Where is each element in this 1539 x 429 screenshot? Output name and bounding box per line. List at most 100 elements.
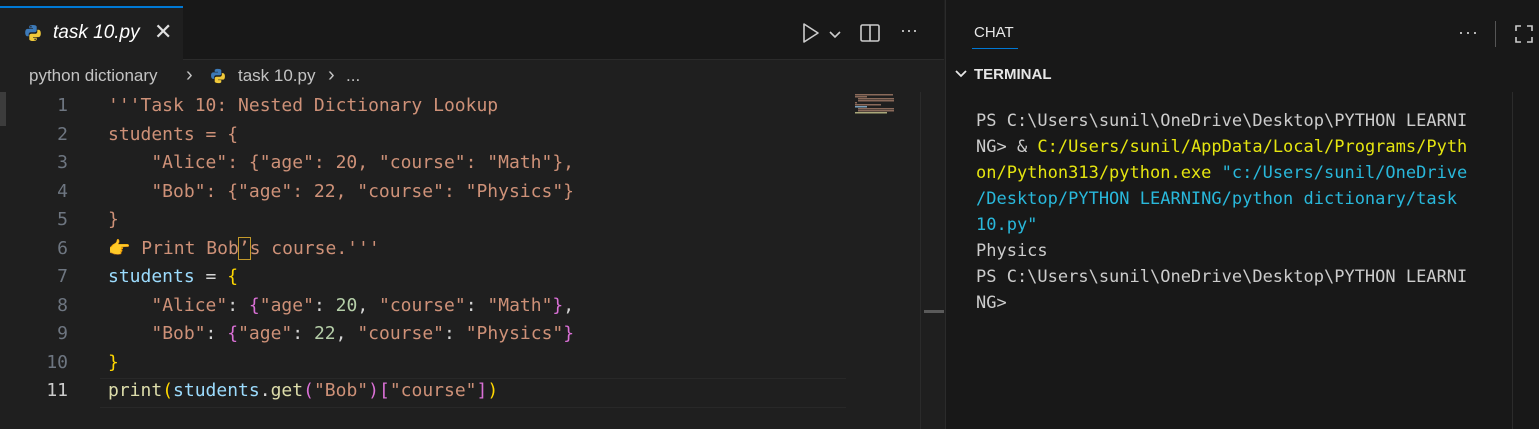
terminal-output[interactable]: PS C:\Users\sunil\OneDrive\Desktop\PYTHO… <box>976 108 1506 316</box>
breadcrumb: python dictionary › task 10.py › ... <box>0 60 944 92</box>
side-panel: CHAT ··· TERMINAL PS C:\Users\sunil\OneD… <box>945 0 1539 429</box>
terminal-text: /Desktop/PYTHON LEARNING/python dictiona… <box>976 189 1458 209</box>
code-text: students = { <box>108 121 238 149</box>
breadcrumb-folder[interactable]: python dictionary <box>29 66 158 86</box>
line-number: 7 <box>57 266 68 287</box>
line-number: 10 <box>46 351 68 373</box>
code-token: "Bob" <box>313 380 369 401</box>
breadcrumb-ellipsis[interactable]: ... <box>346 66 360 86</box>
terminal-line: 10.py" <box>976 212 1506 238</box>
terminal-line: NG> & C:/Users/sunil/AppData/Local/Progr… <box>976 134 1506 160</box>
scroll-position-marker <box>924 310 944 313</box>
code-token: } <box>552 294 564 316</box>
line-number: 3 <box>57 152 68 173</box>
terminal-title: TERMINAL <box>974 66 1052 83</box>
code-text: "Bob": {"age": 22, "course": "Physics"} <box>108 178 574 206</box>
code-token: [ <box>378 380 390 401</box>
code-line[interactable]: 5} <box>0 206 900 234</box>
editor-scrollbar[interactable] <box>920 92 944 429</box>
more-actions-icon[interactable]: ··· <box>900 20 918 41</box>
code-token: } <box>108 351 119 373</box>
editor-tab-bar: task 10.py ✕ ··· <box>0 0 944 60</box>
terminal-line: PS C:\Users\sunil\OneDrive\Desktop\PYTHO… <box>976 264 1506 290</box>
line-number: 6 <box>57 237 68 259</box>
code-text: '''Task 10: Nested Dictionary Lookup <box>108 92 498 120</box>
line-number: 9 <box>57 323 68 344</box>
chevron-down-icon <box>954 66 968 83</box>
code-token: : <box>444 323 466 344</box>
code-text: "Alice": {"age": 20, "course": "Math"}, <box>108 292 574 320</box>
code-line[interactable]: 3 "Alice": {"age": 20, "course": "Math"}… <box>0 149 900 177</box>
code-line[interactable]: 9 "Bob": {"age": 22, "course": "Physics"… <box>0 320 900 348</box>
code-token: "Alice": {"age": 20, "course": "Math"}, <box>108 152 574 173</box>
line-number: 8 <box>57 294 68 316</box>
code-line[interactable]: 1 '''Task 10: Nested Dictionary Lookup <box>0 92 900 120</box>
code-text: 👉 Print Bob’s course.''' <box>108 235 380 263</box>
terminal-line: /Desktop/PYTHON LEARNING/python dictiona… <box>976 186 1506 212</box>
code-token: "Bob": {"age": 22, "course": "Physics"} <box>108 180 574 202</box>
code-token: "Alice" <box>151 294 228 316</box>
code-token: : <box>227 294 249 316</box>
code-token: ’ <box>237 236 251 260</box>
maximize-icon[interactable] <box>1514 24 1534 49</box>
code-line[interactable]: 2 students = { <box>0 121 900 149</box>
code-line[interactable]: 8 "Alice": {"age": 20, "course": "Math"}… <box>0 292 900 320</box>
terminal-line: PS C:\Users\sunil\OneDrive\Desktop\PYTHO… <box>976 108 1506 134</box>
terminal-scrollbar[interactable] <box>1512 92 1513 429</box>
line-number: 4 <box>57 180 68 202</box>
code-line[interactable]: 4 "Bob": {"age": 22, "course": "Physics"… <box>0 178 900 206</box>
code-line[interactable]: 10} <box>0 349 900 377</box>
code-token: "course" <box>379 294 466 316</box>
minimap[interactable] <box>855 94 900 114</box>
code-token: ) <box>487 380 499 401</box>
code-token: students <box>173 380 260 401</box>
terminal-section-header[interactable]: TERMINAL <box>954 66 1052 83</box>
line-number: 1 <box>57 95 68 116</box>
code-token: , <box>357 294 379 316</box>
editor-tab-task10[interactable]: task 10.py ✕ <box>0 6 183 60</box>
run-icon[interactable] <box>801 22 821 49</box>
code-text: } <box>108 349 119 377</box>
code-token: 👉 Print Bob <box>108 237 239 259</box>
toolbar-divider <box>1495 21 1496 47</box>
code-token: : <box>465 294 488 316</box>
code-text: print(students.get("Bob")["course"]) <box>108 377 498 405</box>
code-line[interactable]: 6 👉 Print Bob’s course.''' <box>0 235 900 263</box>
code-token: . <box>259 380 271 401</box>
split-editor-icon[interactable] <box>859 22 881 49</box>
terminal-text: 10.py" <box>976 215 1038 235</box>
code-line[interactable]: 7 students = { <box>0 263 900 291</box>
tab-chat[interactable]: CHAT <box>974 24 1014 41</box>
code-token: 22 <box>313 323 336 344</box>
code-token: ( <box>303 380 314 401</box>
tab-filename: task 10.py <box>53 22 140 43</box>
code-token: : <box>292 323 314 344</box>
code-text: } <box>108 206 119 234</box>
code-token: , <box>335 323 358 344</box>
breadcrumb-file[interactable]: task 10.py <box>238 66 316 86</box>
terminal-text: NG> & <box>976 137 1038 157</box>
python-file-icon <box>210 68 226 89</box>
code-token: = <box>194 266 228 287</box>
line-number: 5 <box>57 209 68 230</box>
terminal-line: Physics <box>976 238 1506 264</box>
line-number: 2 <box>57 123 68 145</box>
code-line[interactable]: 11 print(students.get("Bob")["course"]) <box>0 377 900 405</box>
terminal-text: on/Python313/python.exe <box>976 163 1222 183</box>
code-text: "Alice": {"age": 20, "course": "Math"}, <box>108 149 574 177</box>
terminal-text: NG> <box>976 293 1007 313</box>
close-icon[interactable]: ✕ <box>154 21 172 43</box>
code-token: { <box>248 294 260 316</box>
code-token: ) <box>368 380 379 401</box>
terminal-text: PS C:\Users\sunil\OneDrive\Desktop\PYTHO… <box>976 267 1468 287</box>
terminal-line: NG> <box>976 290 1506 316</box>
code-token: "Math" <box>487 294 553 316</box>
chevron-right-icon: › <box>328 64 335 86</box>
more-actions-icon[interactable]: ··· <box>1458 22 1479 43</box>
chevron-down-icon[interactable] <box>828 27 842 45</box>
code-token: : <box>313 294 336 316</box>
chevron-right-icon: › <box>186 64 193 86</box>
code-token: "course" <box>357 323 445 344</box>
